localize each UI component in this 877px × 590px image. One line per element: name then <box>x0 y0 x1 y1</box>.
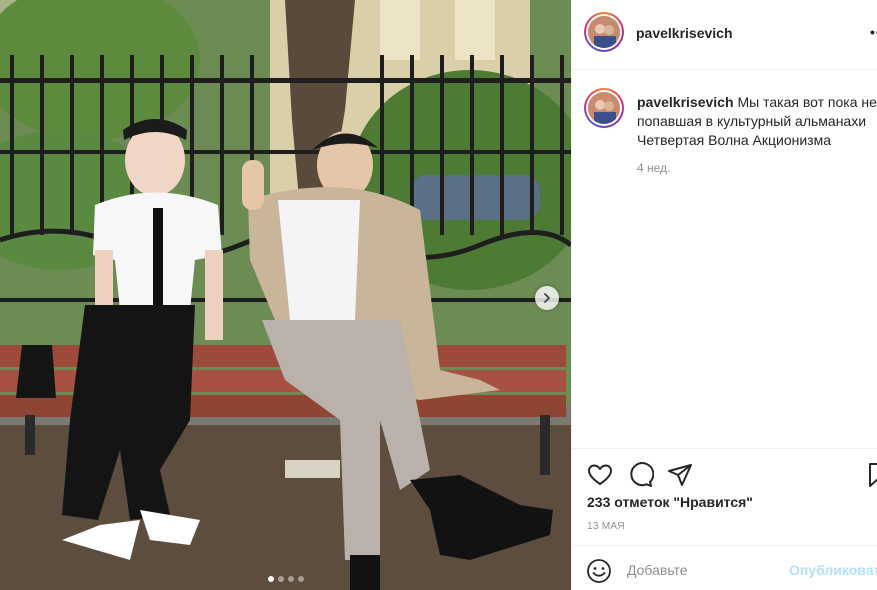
post-date: 13 МАЯ <box>587 521 625 532</box>
post-side-panel: pavelkrisevich ••• pavelkrisevichМы така… <box>571 0 877 590</box>
post-photo[interactable] <box>0 0 571 590</box>
carousel-dot <box>287 576 294 582</box>
header-username-link[interactable]: pavelkrisevich <box>636 25 733 41</box>
avatar[interactable] <box>584 88 624 128</box>
caption-block: pavelkrisevich Мы такая вот пока не попав… <box>572 70 877 450</box>
carousel-dot <box>277 576 284 582</box>
comment-input[interactable] <box>627 560 777 580</box>
heart-icon[interactable] <box>586 461 614 489</box>
avatar[interactable] <box>584 12 624 52</box>
next-slide-button[interactable] <box>535 286 559 310</box>
add-comment-bar: Опубликовать <box>572 545 877 590</box>
carousel-indicator <box>0 576 571 582</box>
caption-line: попавшая в культурный альманахи <box>637 113 867 129</box>
comment-icon[interactable] <box>626 461 654 489</box>
likes-count[interactable]: 233 отметок "Нравится" <box>587 494 753 510</box>
time-ago: 4 нед. <box>637 161 671 175</box>
caption-text: pavelkrisevich Мы такая вот пока не попав… <box>637 93 877 150</box>
action-bar: 233 отметок "Нравится" 13 МАЯ <box>572 448 877 545</box>
caption-line: Мы такая вот пока не <box>737 94 877 110</box>
publish-comment-button[interactable]: Опубликовать <box>789 562 877 578</box>
post-header: pavelkrisevich ••• <box>572 0 877 70</box>
chevron-right-icon <box>544 293 550 303</box>
paper-plane-icon[interactable] <box>666 461 694 489</box>
caption-username-link[interactable]: pavelkrisevich <box>637 94 734 110</box>
carousel-dot <box>267 576 274 582</box>
smiley-icon[interactable] <box>586 558 612 584</box>
more-options-icon[interactable]: ••• <box>870 24 877 40</box>
bookmark-icon[interactable] <box>864 461 877 489</box>
carousel-dot <box>297 576 304 582</box>
photo-scene <box>0 0 571 590</box>
caption-line: Четвертая Волна Акционизма <box>637 132 831 148</box>
